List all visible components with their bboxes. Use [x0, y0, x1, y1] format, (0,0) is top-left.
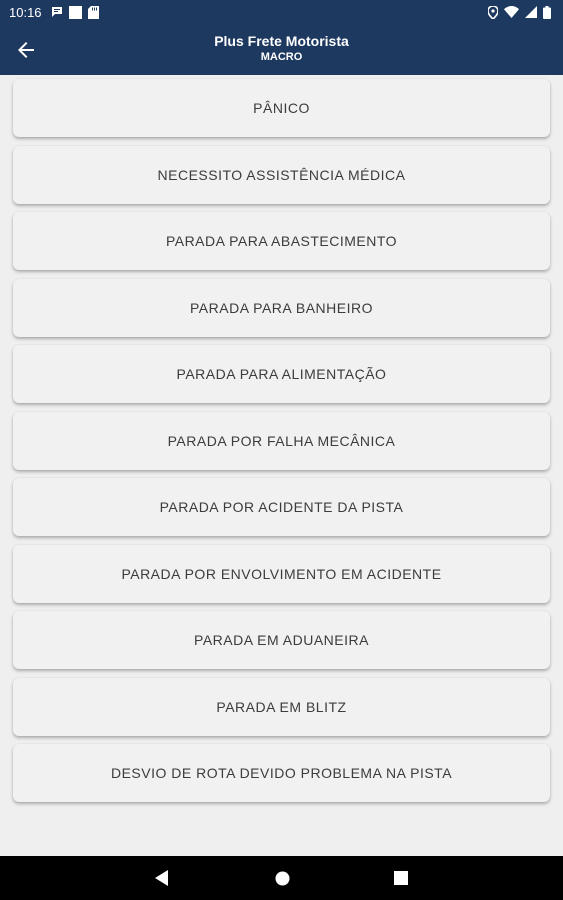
- nav-recents-button[interactable]: [390, 867, 412, 889]
- macro-button-desvio-rota[interactable]: DESVIO DE ROTA DEVIDO PROBLEMA NA PISTA: [13, 744, 550, 802]
- square-notification-icon: [68, 5, 82, 19]
- app-bar: Plus Frete Motorista MACRO: [0, 24, 563, 75]
- nav-home-button[interactable]: [271, 867, 293, 889]
- top-bar: 10:16 Plus Frete Motorista MACRO: [0, 0, 563, 75]
- back-triangle-icon: [155, 870, 168, 886]
- macro-button-blitz[interactable]: PARADA EM BLITZ: [13, 677, 550, 736]
- macro-button-assistencia-medica[interactable]: NECESSITO ASSISTÊNCIA MÉDICA: [13, 145, 550, 204]
- status-time: 10:16: [9, 4, 42, 20]
- macro-button-alimentacao[interactable]: PARADA PARA ALIMENTAÇÃO: [13, 345, 550, 403]
- location-icon: [488, 5, 498, 19]
- message-icon: [51, 6, 63, 18]
- nav-back-button[interactable]: [151, 867, 173, 889]
- macro-button-abastecimento[interactable]: PARADA PARA ABASTECIMENTO: [13, 212, 550, 270]
- app-subtitle: MACRO: [260, 51, 303, 63]
- macro-button-acidente-pista[interactable]: PARADA POR ACIDENTE DA PISTA: [13, 478, 550, 536]
- recents-square-icon: [394, 871, 408, 885]
- status-left: 10:16: [9, 5, 99, 20]
- status-right: [488, 5, 551, 19]
- macro-button-envolvimento-acidente[interactable]: PARADA POR ENVOLVIMENTO EM ACIDENTE: [13, 544, 550, 603]
- app-bar-titles: Plus Frete Motorista MACRO: [0, 33, 563, 65]
- system-nav-bar: [0, 856, 563, 900]
- status-bar: 10:16: [0, 0, 563, 24]
- app-screen: 10:16 Plus Frete Motorista MACRO PÂNICO …: [0, 0, 563, 900]
- macro-button-aduaneira[interactable]: PARADA EM ADUANEIRA: [13, 611, 550, 669]
- macro-button-panico[interactable]: PÂNICO: [13, 79, 550, 137]
- signal-icon: [525, 6, 537, 18]
- macro-button-banheiro[interactable]: PARADA PARA BANHEIRO: [13, 278, 550, 337]
- sd-card-icon: [87, 5, 99, 19]
- app-title: Plus Frete Motorista: [214, 33, 349, 49]
- battery-icon: [543, 5, 551, 19]
- macro-button-falha-mecanica[interactable]: PARADA POR FALHA MECÂNICA: [13, 411, 550, 470]
- home-circle-icon: [275, 871, 289, 885]
- wifi-icon: [504, 6, 519, 18]
